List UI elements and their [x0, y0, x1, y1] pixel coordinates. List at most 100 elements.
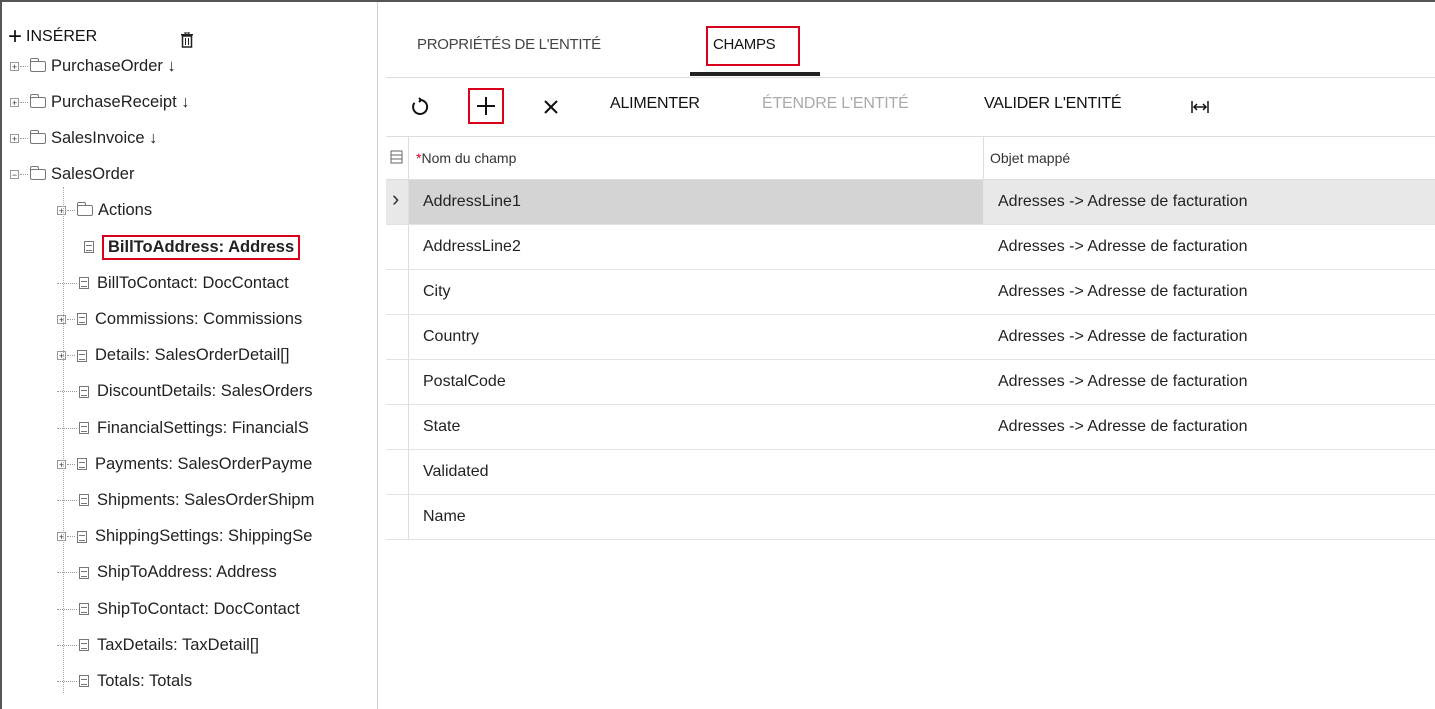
table-row[interactable]: State Adresses -> Adresse de facturation — [386, 405, 1435, 450]
expand-icon[interactable]: + — [10, 133, 19, 143]
tree-connector — [57, 608, 77, 610]
tree-node[interactable]: − SalesOrder — [10, 157, 134, 193]
tree-node[interactable]: Shipments: SalesOrderShipm — [57, 482, 314, 518]
cell-mapped-object[interactable]: Adresses -> Adresse de facturation — [998, 418, 1247, 436]
cell-field-name[interactable]: Country — [423, 328, 479, 346]
column-header-field-name[interactable]: *Nom du champ — [416, 150, 516, 166]
tree-node[interactable]: ShipToAddress: Address — [57, 555, 277, 591]
insert-button[interactable]: + INSÉRER — [8, 23, 97, 50]
cell-mapped-object[interactable]: Adresses -> Adresse de facturation — [998, 373, 1247, 391]
tree-node-label: SalesOrder — [51, 165, 135, 184]
cell-field-name[interactable]: Name — [423, 508, 466, 526]
tree-connector — [57, 572, 77, 574]
document-icon — [84, 241, 94, 253]
trash-icon[interactable] — [180, 32, 194, 48]
table-row[interactable]: AddressLine2 Adresses -> Adresse de factu… — [386, 225, 1435, 270]
table-row[interactable]: Name — [386, 495, 1435, 540]
collapse-icon[interactable]: − — [10, 170, 19, 180]
row-selector[interactable] — [386, 315, 409, 359]
validate-entity-button[interactable]: VALIDER L'ENTITÉ — [984, 95, 1122, 113]
expand-icon[interactable]: + — [57, 314, 66, 324]
tree-node[interactable]: + Actions — [57, 193, 152, 229]
column-divider[interactable] — [983, 137, 984, 179]
cell-field-name[interactable]: State — [423, 418, 460, 436]
tree-node[interactable]: + Payments: SalesOrderPayme — [57, 446, 312, 482]
tree-node[interactable]: + PurchaseReceipt ↓ — [10, 84, 190, 120]
tab-entity-properties[interactable]: PROPRIÉTÉS DE L'ENTITÉ — [417, 36, 601, 53]
expand-icon[interactable]: + — [10, 97, 19, 107]
row-selector[interactable] — [386, 405, 409, 449]
table-row[interactable]: › AddressLine1 Adresses -> Adresse de fact… — [386, 180, 1435, 225]
row-selector[interactable] — [386, 225, 409, 269]
tree-connector — [67, 463, 75, 465]
cell-mapped-object[interactable]: Adresses -> Adresse de facturation — [998, 238, 1247, 256]
columns-config-icon[interactable] — [390, 150, 403, 164]
document-icon — [79, 422, 89, 434]
folder-icon — [30, 166, 46, 181]
tree-guide-line — [63, 186, 64, 694]
cell-field-name[interactable]: AddressLine2 — [423, 238, 521, 256]
tree-node[interactable]: + ShippingSettings: ShippingSe — [57, 519, 312, 555]
tree-node[interactable]: + Commissions: Commissions — [57, 301, 302, 337]
cell-field-name[interactable]: City — [423, 283, 451, 301]
tree-connector — [57, 427, 77, 429]
table-row[interactable]: Validated — [386, 450, 1435, 495]
tree-connector — [67, 536, 75, 538]
row-selector[interactable] — [386, 450, 409, 494]
tree-connector — [67, 355, 75, 357]
document-icon — [77, 349, 87, 362]
tree-connector — [20, 101, 28, 103]
expand-icon[interactable]: + — [57, 459, 66, 469]
tree-node-label: FinancialSettings: FinancialS — [97, 418, 309, 437]
table-row[interactable]: Country Adresses -> Adresse de facturatio… — [386, 315, 1435, 360]
tree-node-label: Payments: SalesOrderPayme — [95, 454, 313, 473]
cell-field-name[interactable]: AddressLine1 — [423, 193, 521, 211]
tree-connector — [57, 680, 77, 682]
tree-node[interactable]: DiscountDetails: SalesOrders — [57, 374, 313, 410]
table-row[interactable]: City Adresses -> Adresse de facturation — [386, 270, 1435, 315]
tree-node[interactable]: ShipToContact: DocContact — [57, 591, 300, 627]
cell-field-name[interactable]: PostalCode — [423, 373, 506, 391]
table-row[interactable]: PostalCode Adresses -> Adresse de factura… — [386, 360, 1435, 405]
highlight-box — [706, 26, 800, 66]
tab-bar: PROPRIÉTÉS DE L'ENTITÉ CHAMPS — [386, 2, 1435, 78]
tree-node[interactable]: + PurchaseOrder ↓ — [10, 48, 176, 84]
cell-mapped-object[interactable]: Adresses -> Adresse de facturation — [998, 283, 1247, 301]
close-icon[interactable] — [543, 99, 559, 115]
refresh-icon[interactable] — [410, 97, 430, 117]
tree-node[interactable]: FinancialSettings: FinancialS — [57, 410, 309, 446]
tree-node-label: Details: SalesOrderDetail[] — [95, 346, 290, 365]
tree-node[interactable]: + Details: SalesOrderDetail[] — [57, 338, 289, 374]
document-icon — [77, 530, 87, 543]
cell-mapped-object[interactable]: Adresses -> Adresse de facturation — [998, 193, 1247, 211]
tree-node[interactable]: TaxDetails: TaxDetail[] — [57, 627, 259, 663]
tree-node-label: SalesInvoice ↓ — [51, 128, 158, 147]
tree-node[interactable]: Totals: Totals — [57, 663, 192, 699]
row-selector[interactable]: › — [386, 180, 409, 224]
tree-node[interactable]: BillToAddress: Address — [82, 229, 301, 265]
plus-icon: + — [8, 23, 23, 50]
tree-node-label: Totals: Totals — [97, 671, 193, 690]
tree-node[interactable]: BillToContact: DocContact — [57, 265, 289, 301]
current-row-chevron-icon: › — [392, 186, 400, 211]
tree-connector — [20, 137, 28, 139]
tree-node[interactable]: + SalesInvoice ↓ — [10, 120, 157, 156]
extend-entity-button[interactable]: ÉTENDRE L'ENTITÉ — [762, 95, 909, 113]
cell-field-name[interactable]: Validated — [423, 463, 489, 481]
column-header-mapped-object[interactable]: Objet mappé — [990, 150, 1070, 166]
row-selector[interactable] — [386, 495, 409, 539]
expand-icon[interactable]: + — [10, 61, 19, 71]
populate-button[interactable]: ALIMENTER — [610, 95, 700, 113]
tree-node-label: Commissions: Commissions — [95, 309, 303, 328]
expand-icon[interactable]: + — [57, 351, 66, 361]
tree-connector — [67, 210, 75, 212]
row-selector[interactable] — [386, 360, 409, 404]
tree-connector — [57, 282, 77, 284]
cell-mapped-object[interactable]: Adresses -> Adresse de facturation — [998, 328, 1247, 346]
tree-connector — [57, 644, 77, 646]
expand-icon[interactable]: + — [57, 206, 66, 216]
document-icon — [77, 313, 87, 326]
row-selector[interactable] — [386, 270, 409, 314]
expand-icon[interactable]: + — [57, 532, 66, 542]
fit-width-icon[interactable] — [1190, 99, 1210, 115]
